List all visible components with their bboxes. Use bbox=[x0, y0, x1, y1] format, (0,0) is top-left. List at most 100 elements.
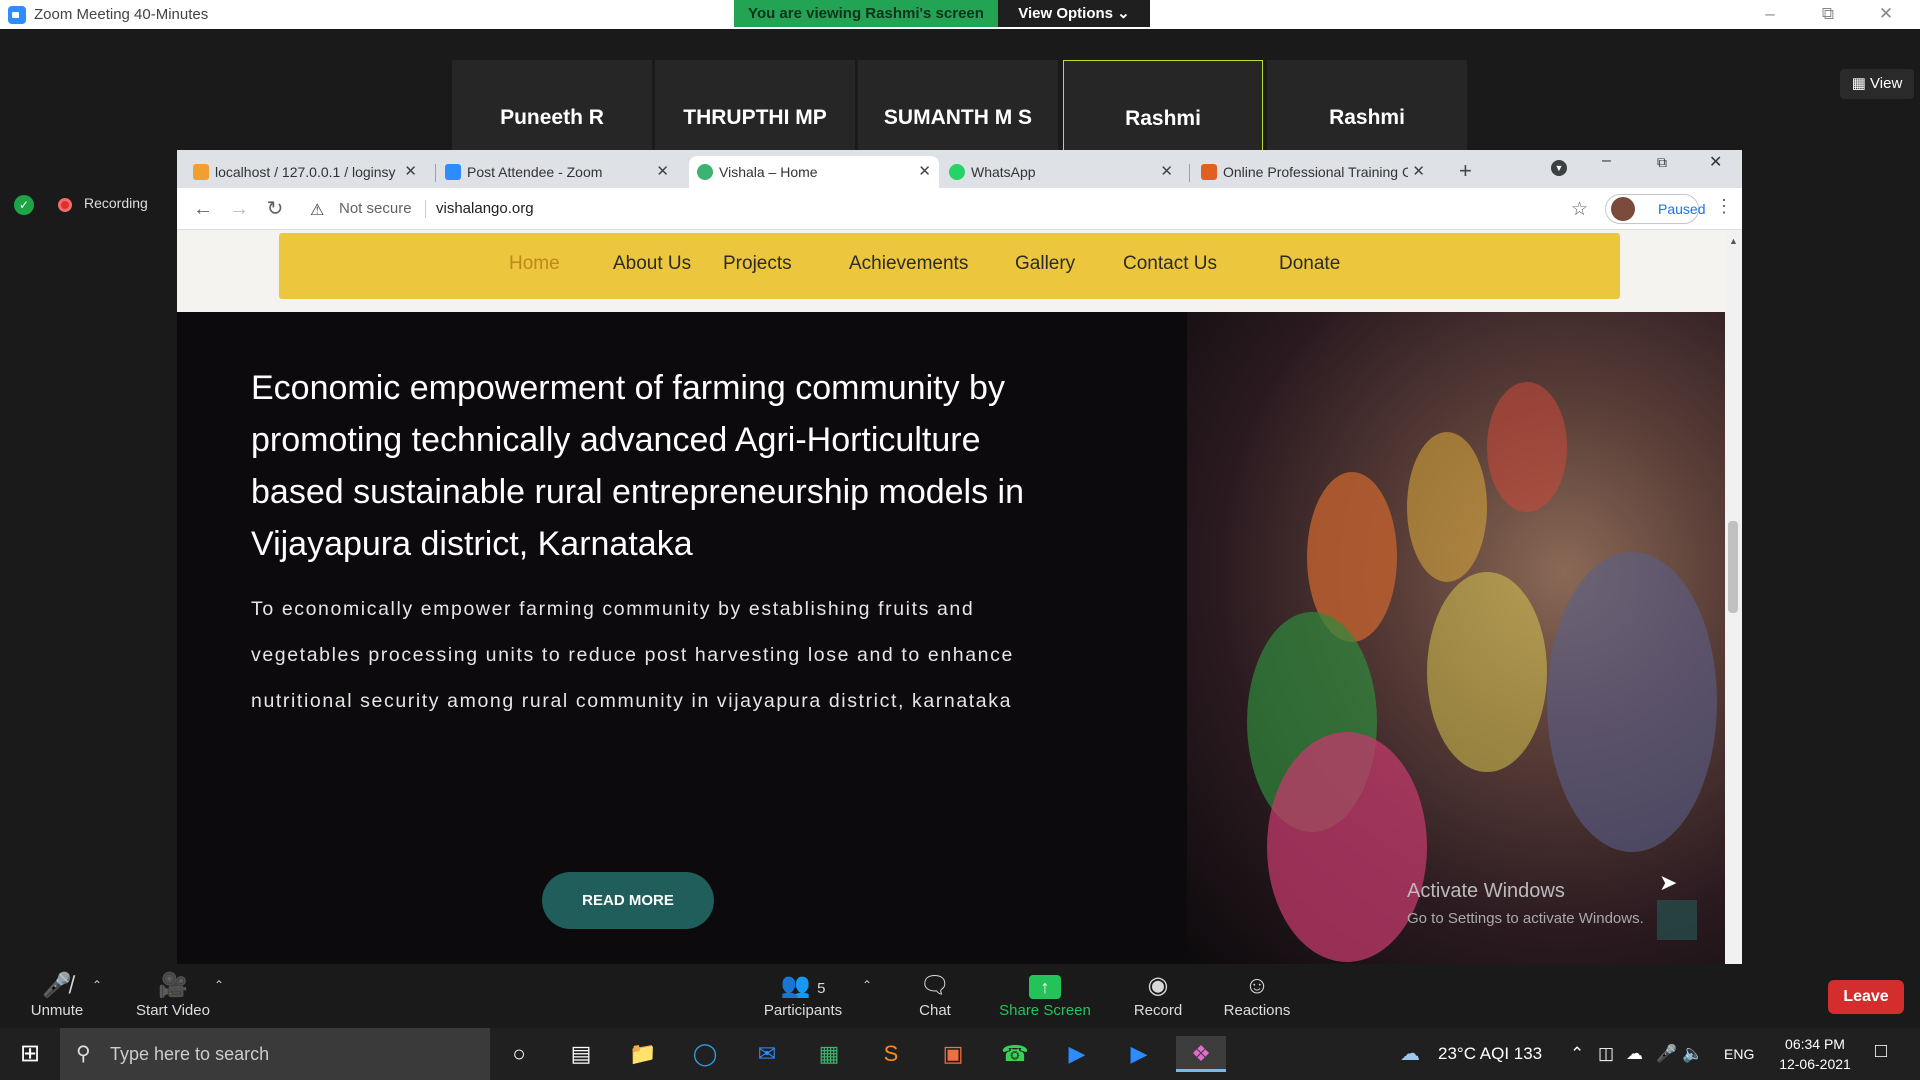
read-more-button[interactable]: READ MORE bbox=[542, 872, 714, 929]
weather-text[interactable]: 23°C AQI 133 bbox=[1438, 1028, 1542, 1080]
activate-windows-subtitle: Go to Settings to activate Windows. bbox=[1407, 910, 1644, 927]
restore-icon[interactable]: ⧉ bbox=[1657, 154, 1667, 171]
shared-browser-window: localhost / 127.0.0.1 / loginsy ✕ Post A… bbox=[177, 150, 1742, 964]
cortana-icon[interactable]: ○ bbox=[494, 1036, 544, 1072]
browser-tab[interactable]: Post Attendee - Zoom ✕ bbox=[437, 156, 677, 188]
onedrive-icon[interactable]: ☁ bbox=[1626, 1028, 1643, 1080]
tab-divider bbox=[435, 164, 436, 182]
scroll-up-icon[interactable]: ▲ bbox=[1729, 236, 1738, 246]
zoom-app-icon[interactable]: ▶ bbox=[1052, 1036, 1102, 1072]
task-view-icon[interactable]: ▤ bbox=[556, 1036, 606, 1072]
more-menu-icon[interactable]: ⋮ bbox=[1715, 196, 1733, 217]
recording-dot-icon bbox=[58, 198, 72, 212]
leave-button[interactable]: Leave bbox=[1828, 980, 1904, 1014]
share-screen-button[interactable]: ↑ Share Screen bbox=[990, 970, 1100, 1019]
participant-name: Puneeth R bbox=[500, 106, 604, 129]
participants-button[interactable]: 👥 5 Participants bbox=[748, 970, 858, 1019]
xampp-icon[interactable]: ▣ bbox=[928, 1036, 978, 1072]
mail-icon[interactable]: ✉ bbox=[742, 1036, 792, 1072]
forward-icon[interactable]: → bbox=[227, 197, 251, 221]
nav-link-home[interactable]: Home bbox=[509, 253, 560, 275]
scroll-to-top-button[interactable] bbox=[1657, 900, 1697, 940]
share-screen-icon: ↑ bbox=[1029, 975, 1061, 999]
participants-caret-icon[interactable]: ⌃ bbox=[862, 978, 872, 992]
battery-icon[interactable]: ◫ bbox=[1598, 1028, 1614, 1080]
close-tab-icon[interactable]: ✕ bbox=[1160, 156, 1173, 188]
zoom-meeting-toolbar: 🎤̸ Unmute ⌃ 🎥 Start Video ⌃ 👥 5 Particip… bbox=[0, 964, 1920, 1028]
notification-center-icon[interactable]: □ bbox=[1875, 1040, 1887, 1063]
browser-tab[interactable]: WhatsApp ✕ bbox=[941, 156, 1181, 188]
browser-tab[interactable]: localhost / 127.0.0.1 / loginsy ✕ bbox=[185, 156, 425, 188]
web-page-content: Home About Us Projects Achievements Gall… bbox=[177, 230, 1725, 964]
participant-name: Rashmi bbox=[1125, 107, 1201, 130]
url-input[interactable]: vishalango.org bbox=[436, 200, 534, 217]
avatar[interactable] bbox=[1611, 197, 1635, 221]
tab-title: Online Professional Training C bbox=[1223, 164, 1413, 180]
whatsapp-icon bbox=[949, 164, 965, 180]
system-clock[interactable]: 06:34 PM 12-06-2021 bbox=[1760, 1034, 1870, 1074]
participant-name: THRUPTHI MP bbox=[683, 106, 827, 129]
nav-link-gallery[interactable]: Gallery bbox=[1015, 253, 1075, 275]
back-icon[interactable]: ← bbox=[191, 197, 215, 221]
tab-title: WhatsApp bbox=[971, 164, 1036, 180]
view-options-button[interactable]: View Options ⌄ bbox=[998, 0, 1150, 27]
activate-windows-title: Activate Windows bbox=[1407, 880, 1565, 902]
warning-icon[interactable]: ⚠ bbox=[310, 200, 324, 220]
windows-start-icon[interactable]: ⊞ bbox=[0, 1028, 60, 1080]
nav-link-about[interactable]: About Us bbox=[613, 253, 691, 275]
search-icon: ⚲ bbox=[76, 1043, 91, 1065]
participants-label: Participants bbox=[763, 1002, 843, 1019]
close-tab-icon[interactable]: ✕ bbox=[404, 156, 417, 188]
show-hidden-icons-icon[interactable]: ⌃ bbox=[1570, 1028, 1584, 1080]
video-options-caret-icon[interactable]: ⌃ bbox=[214, 978, 224, 992]
clock-date: 12-06-2021 bbox=[1779, 1056, 1851, 1072]
audio-options-caret-icon[interactable]: ⌃ bbox=[92, 978, 102, 992]
reactions-button[interactable]: ☺ Reactions bbox=[1202, 970, 1312, 1019]
volume-icon[interactable]: 🔈 bbox=[1682, 1028, 1703, 1080]
microphone-icon[interactable]: 🎤 bbox=[1656, 1028, 1677, 1080]
not-secure-label[interactable]: Not secure bbox=[339, 200, 412, 217]
sublime-text-icon[interactable]: S bbox=[866, 1036, 916, 1072]
reactions-label: Reactions bbox=[1223, 1002, 1291, 1019]
nav-link-donate[interactable]: Donate bbox=[1279, 253, 1340, 275]
security-shield-icon[interactable]: ✓ bbox=[14, 195, 34, 215]
chat-label: Chat bbox=[919, 1002, 951, 1019]
nav-link-projects[interactable]: Projects bbox=[723, 253, 792, 275]
scrollbar-thumb[interactable] bbox=[1728, 521, 1738, 613]
record-label: Record bbox=[1133, 1002, 1183, 1019]
page-scrollbar[interactable]: ▲ bbox=[1725, 230, 1742, 964]
view-layout-button[interactable]: ▦ View bbox=[1840, 69, 1914, 99]
nav-link-achievements[interactable]: Achievements bbox=[849, 253, 968, 275]
bookmark-star-icon[interactable]: ☆ bbox=[1571, 198, 1588, 221]
tab-divider bbox=[1189, 164, 1190, 182]
file-explorer-icon[interactable]: 📁 bbox=[618, 1036, 668, 1072]
new-tab-icon[interactable]: + bbox=[1459, 158, 1472, 184]
taskbar-search-input[interactable]: ⚲ Type here to search bbox=[60, 1028, 490, 1080]
browser-tab-active[interactable]: Vishala – Home ✕ bbox=[689, 156, 939, 188]
minimize-icon[interactable]: – bbox=[1750, 2, 1790, 26]
start-video-button[interactable]: 🎥 Start Video bbox=[118, 970, 228, 1019]
minimize-icon[interactable]: – bbox=[1602, 152, 1611, 170]
paint-app-icon[interactable]: ❖ bbox=[1176, 1036, 1226, 1072]
close-tab-icon[interactable]: ✕ bbox=[656, 156, 669, 188]
whatsapp-icon[interactable]: ☎ bbox=[990, 1036, 1040, 1072]
reload-icon[interactable]: ↻ bbox=[263, 197, 287, 221]
edge-icon[interactable]: ◯ bbox=[680, 1036, 730, 1072]
restore-icon[interactable]: ⧉ bbox=[1808, 2, 1848, 26]
zoom-meeting-icon[interactable]: ▶ bbox=[1114, 1036, 1164, 1072]
close-icon[interactable]: ✕ bbox=[1709, 152, 1722, 172]
browser-tab[interactable]: Online Professional Training C ✕ bbox=[1193, 156, 1433, 188]
close-icon[interactable]: ✕ bbox=[1866, 2, 1906, 26]
language-indicator[interactable]: ENG bbox=[1724, 1028, 1754, 1080]
sheets-app-icon[interactable]: ▦ bbox=[804, 1036, 854, 1072]
record-button[interactable]: ◉ Record bbox=[1103, 970, 1213, 1019]
close-tab-icon[interactable]: ✕ bbox=[918, 156, 931, 188]
close-tab-icon[interactable]: ✕ bbox=[1408, 156, 1425, 188]
start-video-label: Start Video bbox=[136, 1002, 210, 1019]
nav-link-contact[interactable]: Contact Us bbox=[1123, 253, 1217, 275]
chat-button[interactable]: 🗨 Chat bbox=[880, 970, 990, 1019]
tab-title: localhost / 127.0.0.1 / loginsy bbox=[215, 164, 396, 180]
browser-toolbar: ← → ↻ ⚠ Not secure vishalango.org ☆ Paus… bbox=[177, 188, 1742, 230]
weather-cloud-icon[interactable]: ☁ bbox=[1400, 1028, 1420, 1080]
tab-search-icon[interactable]: ▼ bbox=[1551, 160, 1567, 176]
